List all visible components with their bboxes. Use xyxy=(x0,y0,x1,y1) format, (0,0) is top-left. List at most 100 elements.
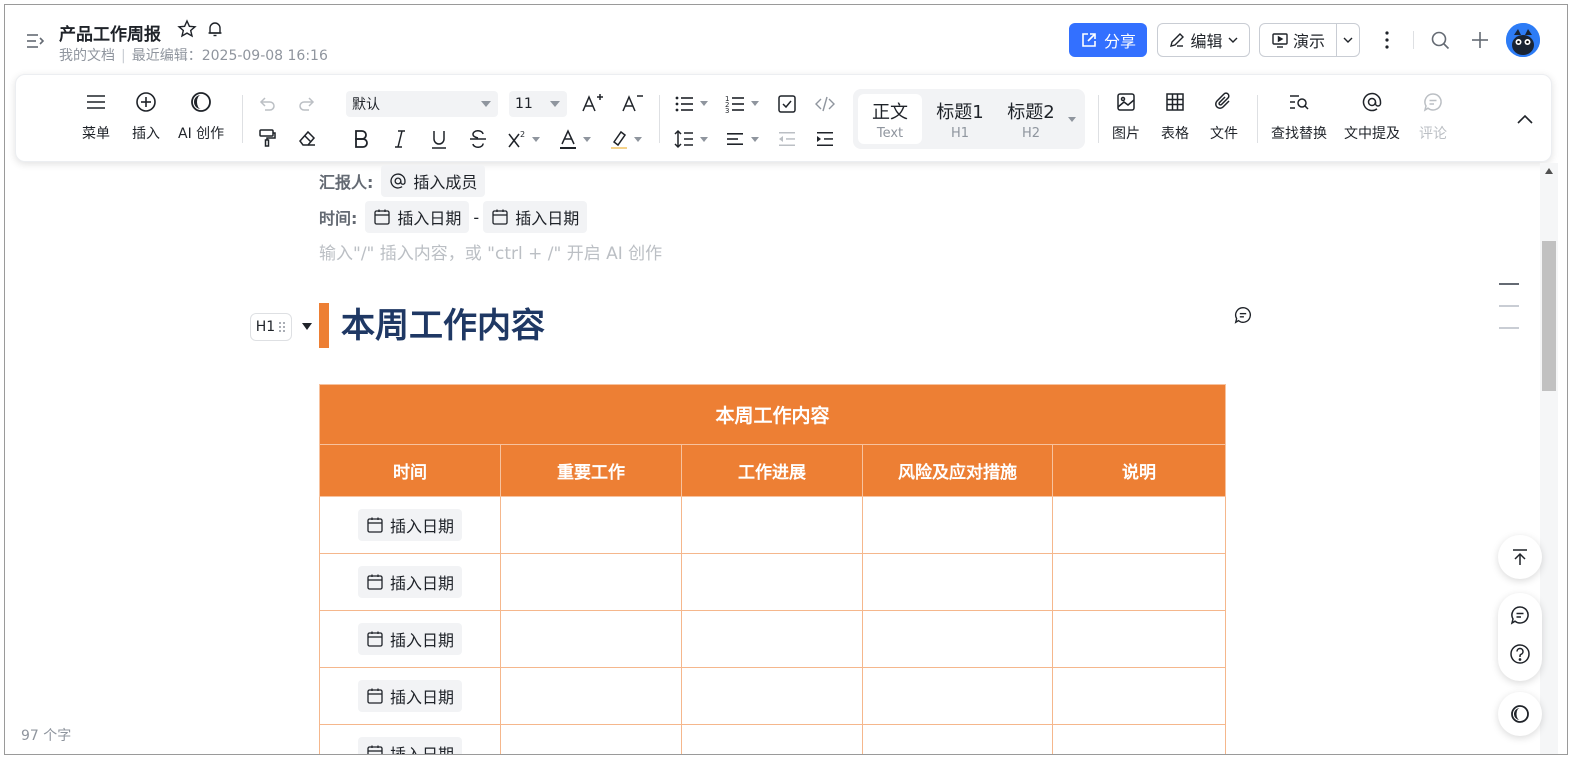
start-date-chip[interactable]: 插入日期 xyxy=(365,201,470,233)
numbered-list-icon[interactable]: 123 xyxy=(724,93,746,115)
table-cell[interactable] xyxy=(1051,667,1227,725)
end-date-chip[interactable]: 插入日期 xyxy=(483,201,588,233)
block-handle[interactable]: H1 xyxy=(250,313,292,341)
table-title[interactable]: 本周工作内容 xyxy=(318,384,1227,445)
insert-date-chip[interactable]: 插入日期 xyxy=(357,566,462,598)
indent-icon[interactable] xyxy=(814,128,836,150)
checkbox-icon[interactable] xyxy=(776,93,798,115)
table-cell[interactable] xyxy=(1051,553,1227,611)
undo-icon[interactable] xyxy=(256,93,278,115)
bell-icon[interactable] xyxy=(205,19,225,39)
scroll-up-arrow[interactable] xyxy=(1545,168,1553,174)
insert-date-chip[interactable]: 插入日期 xyxy=(357,680,462,712)
ai-create-button[interactable]: AI 创作 xyxy=(178,91,224,143)
scrollbar-thumb[interactable] xyxy=(1542,241,1556,391)
code-icon[interactable] xyxy=(814,93,836,115)
table-cell[interactable] xyxy=(681,610,863,668)
column-header[interactable]: 风险及应对措施 xyxy=(862,444,1053,497)
line-spacing-icon[interactable] xyxy=(673,128,695,150)
table-cell[interactable] xyxy=(862,553,1053,611)
styles-more-icon[interactable] xyxy=(1068,117,1076,122)
document-title[interactable]: 产品工作周报 xyxy=(59,20,161,45)
format-painter-icon[interactable] xyxy=(256,127,278,149)
table-cell[interactable] xyxy=(500,496,682,554)
heading-1[interactable]: 本周工作内容 xyxy=(341,303,545,349)
insert-date-chip[interactable]: 插入日期 xyxy=(357,737,462,754)
bold-icon[interactable] xyxy=(350,128,372,150)
edit-mode-button[interactable]: 编辑 xyxy=(1157,23,1250,57)
outline-item[interactable] xyxy=(1499,327,1519,329)
heading-collapse-icon[interactable] xyxy=(302,323,312,330)
outline-item[interactable] xyxy=(1499,283,1519,285)
outdent-icon[interactable] xyxy=(776,128,798,150)
doc-location[interactable]: 我的文档 xyxy=(59,48,115,64)
more-vertical-icon[interactable] xyxy=(1376,29,1398,51)
table-cell[interactable] xyxy=(862,724,1053,754)
decrease-font-icon[interactable] xyxy=(620,92,643,114)
superscript-icon[interactable]: 2 xyxy=(506,128,528,150)
present-button[interactable]: 演示 xyxy=(1259,23,1360,57)
star-icon[interactable] xyxy=(177,19,197,39)
table-cell[interactable] xyxy=(862,610,1053,668)
table-cell[interactable]: 插入日期 xyxy=(319,496,501,554)
comment-button[interactable]: 评论 xyxy=(1419,91,1447,143)
share-button[interactable]: 分享 xyxy=(1069,23,1147,57)
underline-icon[interactable] xyxy=(428,128,450,150)
italic-icon[interactable] xyxy=(389,128,411,150)
strikethrough-icon[interactable] xyxy=(467,128,489,150)
table-cell[interactable] xyxy=(1051,496,1227,554)
plus-icon[interactable] xyxy=(1469,29,1491,51)
font-color-icon[interactable] xyxy=(557,128,579,150)
column-header[interactable]: 重要工作 xyxy=(500,444,682,497)
table-cell[interactable]: 插入日期 xyxy=(319,724,501,754)
insert-date-chip[interactable]: 插入日期 xyxy=(357,623,462,655)
redo-icon[interactable] xyxy=(296,93,318,115)
sidebar-toggle-icon[interactable] xyxy=(25,31,47,51)
outline-item[interactable] xyxy=(1499,305,1519,307)
table-cell[interactable] xyxy=(681,553,863,611)
back-to-top-button[interactable] xyxy=(1498,535,1542,579)
insert-table-button[interactable]: 表格 xyxy=(1161,91,1189,143)
insert-member-chip[interactable]: 插入成员 xyxy=(381,165,486,197)
vertical-scrollbar[interactable] xyxy=(1540,163,1558,754)
table-cell[interactable]: 插入日期 xyxy=(319,667,501,725)
avatar[interactable] xyxy=(1506,23,1540,57)
ai-assistant-button[interactable] xyxy=(1498,692,1542,736)
table-cell[interactable] xyxy=(500,724,682,754)
empty-paragraph-placeholder[interactable]: 输入"/" 插入内容，或 "ctrl + /" 开启 AI 创作 xyxy=(319,239,662,264)
table-cell[interactable] xyxy=(862,496,1053,554)
style-h2[interactable]: 标题2 H2 xyxy=(999,94,1063,144)
table-cell[interactable]: 插入日期 xyxy=(319,553,501,611)
column-header[interactable]: 说明 xyxy=(1051,444,1227,497)
table-cell[interactable] xyxy=(1051,610,1227,668)
table-cell[interactable] xyxy=(500,667,682,725)
style-h1[interactable]: 标题1 H1 xyxy=(928,94,992,144)
insert-image-button[interactable]: 图片 xyxy=(1112,91,1140,143)
feedback-icon[interactable] xyxy=(1509,604,1531,630)
present-dropdown[interactable] xyxy=(1337,34,1359,46)
table-cell[interactable] xyxy=(681,496,863,554)
style-text[interactable]: 正文 Text xyxy=(858,94,922,144)
font-size-select[interactable]: 11 xyxy=(509,91,567,117)
mention-button[interactable]: 文中提及 xyxy=(1344,91,1400,143)
insert-file-button[interactable]: 文件 xyxy=(1210,91,1238,143)
table-cell[interactable] xyxy=(1051,724,1227,754)
table-cell[interactable] xyxy=(681,667,863,725)
table-cell[interactable] xyxy=(862,667,1053,725)
insert-date-chip[interactable]: 插入日期 xyxy=(357,509,462,541)
bullet-list-icon[interactable] xyxy=(673,93,695,115)
column-header[interactable]: 工作进展 xyxy=(681,444,863,497)
align-left-icon[interactable] xyxy=(724,128,746,150)
increase-font-icon[interactable] xyxy=(580,92,603,114)
column-header[interactable]: 时间 xyxy=(319,444,501,497)
help-icon[interactable] xyxy=(1509,643,1531,669)
table-cell[interactable] xyxy=(500,553,682,611)
search-icon[interactable] xyxy=(1429,29,1451,51)
insert-button[interactable]: 插入 xyxy=(132,91,160,143)
highlight-icon[interactable] xyxy=(608,128,630,150)
add-comment-icon[interactable] xyxy=(1233,305,1253,325)
table-cell[interactable]: 插入日期 xyxy=(319,610,501,668)
table-cell[interactable] xyxy=(681,724,863,754)
table-cell[interactable] xyxy=(500,610,682,668)
menu-button[interactable]: 菜单 xyxy=(82,91,110,143)
